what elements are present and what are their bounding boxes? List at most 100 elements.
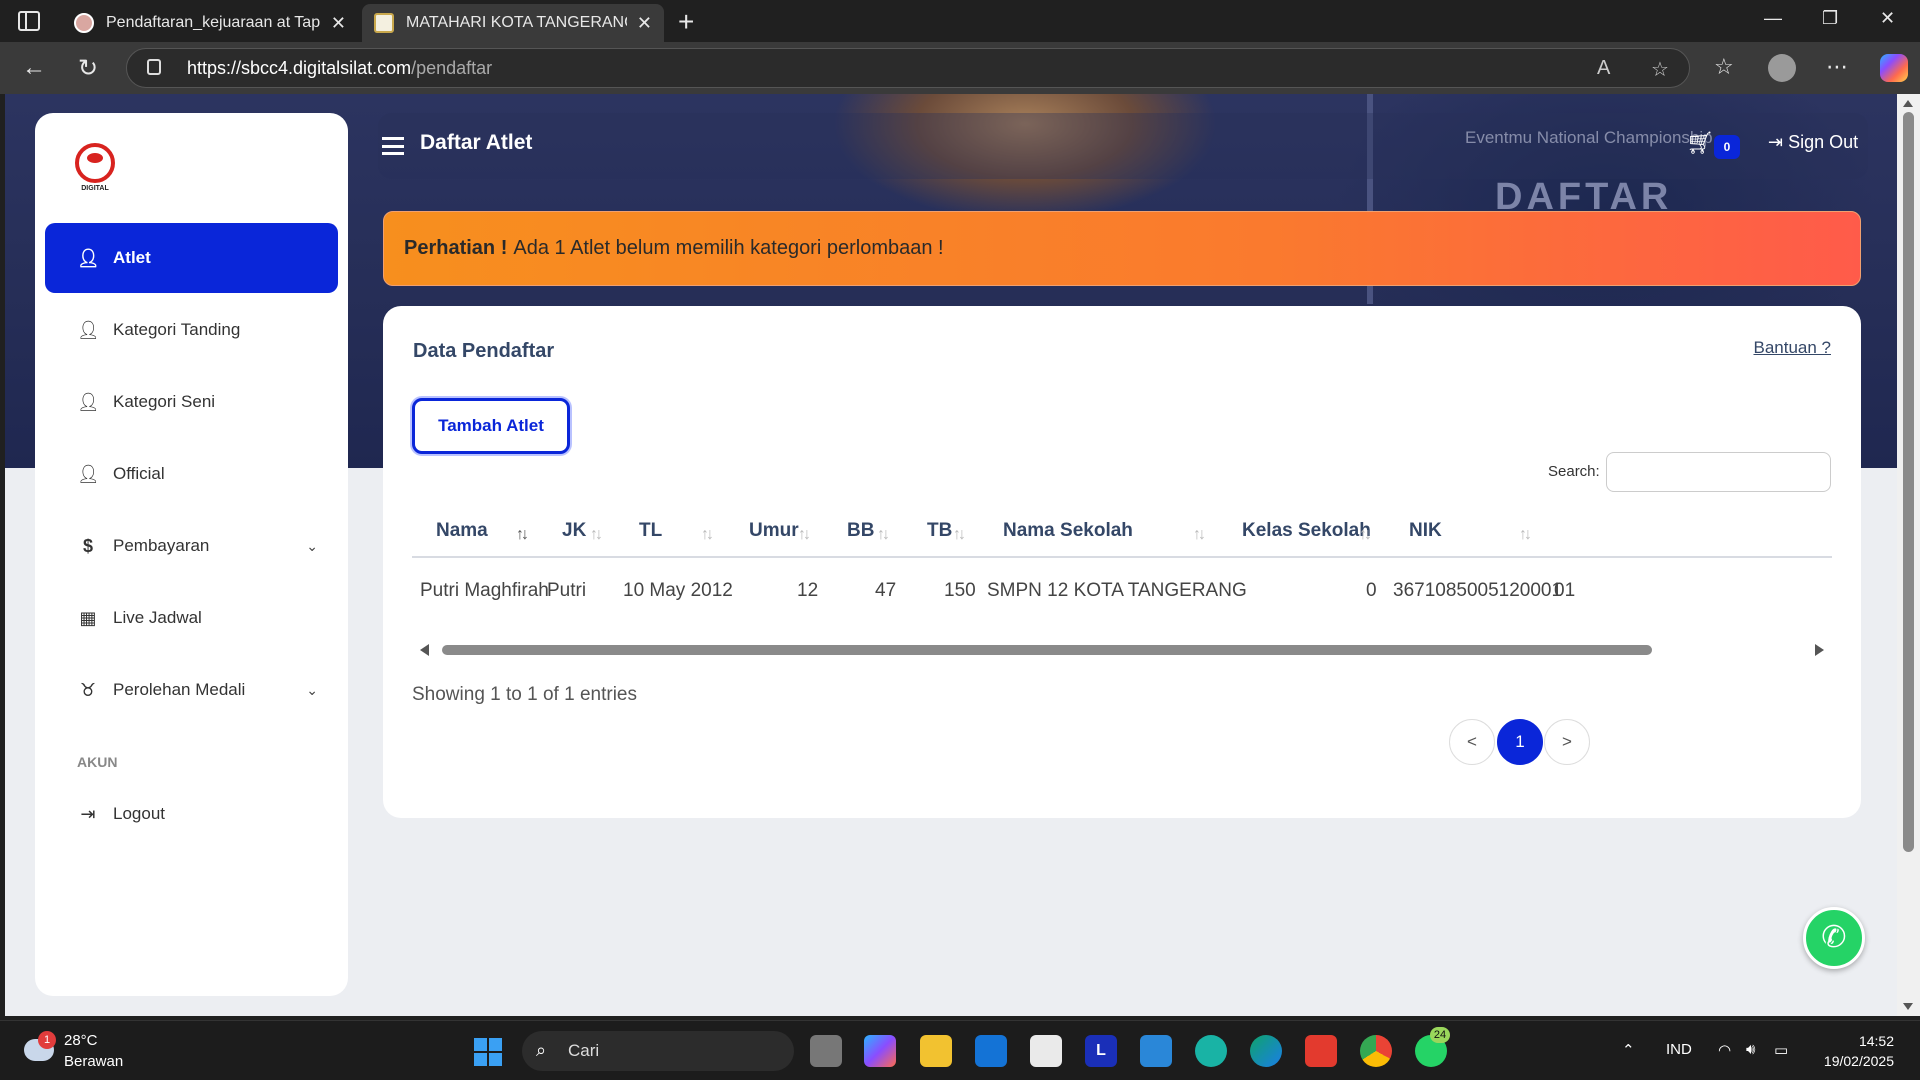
add-athlete-button[interactable]: Tambah Atlet xyxy=(412,398,570,454)
whatsapp-icon: ✆ xyxy=(1821,921,1847,954)
column-header-nama-sekolah[interactable]: Nama Sekolah xyxy=(1003,520,1133,542)
weather-temp: 28°C xyxy=(64,1032,98,1049)
scroll-thumb[interactable] xyxy=(1903,112,1914,852)
close-tab-icon[interactable]: ✕ xyxy=(331,13,346,34)
page-vertical-scrollbar[interactable] xyxy=(1897,94,1920,1016)
search-input[interactable] xyxy=(1606,452,1831,492)
pagination-page-1[interactable]: 1 xyxy=(1497,719,1543,765)
show-hidden-icons-chevron-icon[interactable]: ⌃ xyxy=(1622,1041,1635,1059)
cell-tb: 150 xyxy=(944,580,976,601)
scroll-right-arrow-icon[interactable] xyxy=(1815,644,1824,656)
sort-icon[interactable]: ↑↓ xyxy=(1519,526,1532,544)
windows-start-icon[interactable] xyxy=(474,1038,502,1066)
task-view-icon[interactable] xyxy=(810,1035,842,1067)
pagination-prev[interactable]: < xyxy=(1449,719,1495,765)
refresh-icon[interactable]: ↻ xyxy=(78,54,98,83)
page-title: Daftar Atlet xyxy=(420,131,533,154)
close-window-icon[interactable]: ✕ xyxy=(1880,8,1895,29)
chrome-icon[interactable] xyxy=(1360,1035,1392,1067)
cart-icon[interactable]: 🛒︎ xyxy=(1686,130,1714,156)
cell-bb: 47 xyxy=(875,580,897,601)
whatsapp-chat-button[interactable]: ✆ xyxy=(1803,907,1865,969)
table-horizontal-scrollbar[interactable] xyxy=(412,642,1832,658)
l-app-icon[interactable]: L xyxy=(1085,1035,1117,1067)
user-icon: 👤︎ xyxy=(77,247,100,268)
column-header-tl[interactable]: TL xyxy=(639,520,662,542)
language-indicator[interactable]: IND xyxy=(1666,1041,1692,1058)
sidebar-item-logout[interactable]: ⇥ Logout xyxy=(45,779,338,849)
favorites-icon[interactable]: ☆ xyxy=(1714,54,1734,80)
sidebar-item-label: Official xyxy=(113,464,165,483)
sidebar-item-live-jadwal[interactable]: ▦ Live Jadwal xyxy=(45,583,338,653)
lock-icon xyxy=(147,59,161,75)
more-options-icon[interactable]: ⋯ xyxy=(1826,54,1848,80)
new-tab-icon[interactable]: + xyxy=(678,6,694,38)
sort-icon[interactable]: ↑↓ xyxy=(1193,526,1206,544)
scroll-down-arrow-icon[interactable] xyxy=(1903,1003,1913,1010)
read-aloud-icon[interactable]: A xyxy=(1597,57,1610,80)
scroll-left-arrow-icon[interactable] xyxy=(420,644,429,656)
logo-text: DIGITAL xyxy=(81,185,109,192)
copilot-app-icon[interactable] xyxy=(864,1035,896,1067)
sidebar-item-atlet[interactable]: 👤︎ Atlet xyxy=(45,223,338,293)
battery-icon[interactable]: ▭ xyxy=(1774,1041,1788,1059)
sidebar-item-pembayaran[interactable]: $ Pembayaran ⌄ xyxy=(45,511,338,581)
wifi-icon[interactable]: ◠ xyxy=(1718,1041,1731,1059)
column-header-nik[interactable]: NIK xyxy=(1409,520,1442,542)
cell-kelas-sekolah: 0 xyxy=(1366,580,1377,601)
app-icon[interactable] xyxy=(1195,1035,1227,1067)
taplink-favicon-icon xyxy=(74,13,94,33)
sidebar-item-perolehan-medali[interactable]: ♉︎ Perolehan Medali ⌄ xyxy=(45,655,338,725)
profile-avatar[interactable] xyxy=(1768,54,1796,82)
sort-icon[interactable]: ↑↓ xyxy=(516,526,529,544)
scroll-thumb[interactable] xyxy=(442,645,1652,655)
cell-nama: Putri Maghfirah xyxy=(420,580,549,601)
tab-matahari[interactable]: MATAHARI KOTA TANGERANG - S ✕ xyxy=(362,4,664,42)
microsoft-store-icon[interactable] xyxy=(1030,1035,1062,1067)
column-header-bb[interactable]: BB xyxy=(847,520,874,542)
column-header-umur[interactable]: Umur xyxy=(749,520,799,542)
calculator-app-icon[interactable] xyxy=(1140,1035,1172,1067)
data-pendaftar-card: Data Pendaftar Bantuan ? Tambah Atlet Se… xyxy=(383,306,1861,818)
tab-actions-icon[interactable] xyxy=(18,11,40,31)
sort-icon[interactable]: ↑↓ xyxy=(877,526,890,544)
url-field[interactable]: https://sbcc4.digitalsilat.com/pendaftar… xyxy=(126,48,1690,88)
sort-icon[interactable]: ↑↓ xyxy=(701,526,714,544)
favorite-star-icon[interactable]: ☆ xyxy=(1651,57,1669,82)
sort-icon[interactable]: ↑↓ xyxy=(1359,526,1372,544)
sign-out-button[interactable]: ⇥ Sign Out xyxy=(1768,132,1858,153)
pagination-next[interactable]: > xyxy=(1544,719,1590,765)
back-icon[interactable]: ← xyxy=(22,54,46,82)
volume-icon[interactable]: 🔊︎ xyxy=(1746,1041,1755,1058)
digital-silat-logo[interactable] xyxy=(75,143,115,183)
sort-icon[interactable]: ↑↓ xyxy=(590,526,603,544)
column-header-tb[interactable]: TB xyxy=(927,520,952,542)
cell-nik: 3671085005120001 xyxy=(1393,580,1563,601)
system-clock[interactable]: 14:52 19/02/2025 xyxy=(1818,1031,1894,1071)
file-explorer-icon[interactable] xyxy=(920,1035,952,1067)
search-icon: ⌕ xyxy=(536,1040,547,1060)
sort-icon[interactable]: ↑↓ xyxy=(953,526,966,544)
edge-icon[interactable] xyxy=(1250,1035,1282,1067)
wps-office-icon[interactable] xyxy=(1305,1035,1337,1067)
column-header-jk[interactable]: JK xyxy=(562,520,586,542)
outlook-icon[interactable] xyxy=(975,1035,1007,1067)
sidebar-item-kategori-tanding[interactable]: 👤︎ Kategori Tanding xyxy=(45,295,338,365)
sidebar-item-official[interactable]: 👤︎ Official xyxy=(45,439,338,509)
table-row[interactable]: Putri Maghfirah Putri 10 May 2012 12 47 … xyxy=(412,568,1832,616)
minimize-icon[interactable]: — xyxy=(1764,8,1782,29)
help-link[interactable]: Bantuan ? xyxy=(1753,338,1831,358)
card-title: Data Pendaftar xyxy=(413,340,555,362)
column-header-nama[interactable]: Nama xyxy=(436,520,488,542)
close-tab-icon[interactable]: ✕ xyxy=(637,13,652,34)
tab-taplink[interactable]: Pendaftaran_kejuaraan at Taplink ✕ xyxy=(62,4,358,42)
sidebar-item-kategori-seni[interactable]: 👤︎ Kategori Seni xyxy=(45,367,338,437)
chevron-down-icon: ⌄ xyxy=(306,537,318,554)
column-header-kelas-sekolah[interactable]: Kelas Sekolah xyxy=(1242,520,1371,542)
scroll-up-arrow-icon[interactable] xyxy=(1903,100,1913,107)
hamburger-menu-icon[interactable] xyxy=(382,137,404,155)
sort-icon[interactable]: ↑↓ xyxy=(798,526,811,544)
taskbar-search[interactable]: ⌕ Cari xyxy=(522,1031,794,1071)
maximize-icon[interactable]: ❐ xyxy=(1822,8,1838,29)
copilot-icon[interactable] xyxy=(1880,54,1908,82)
